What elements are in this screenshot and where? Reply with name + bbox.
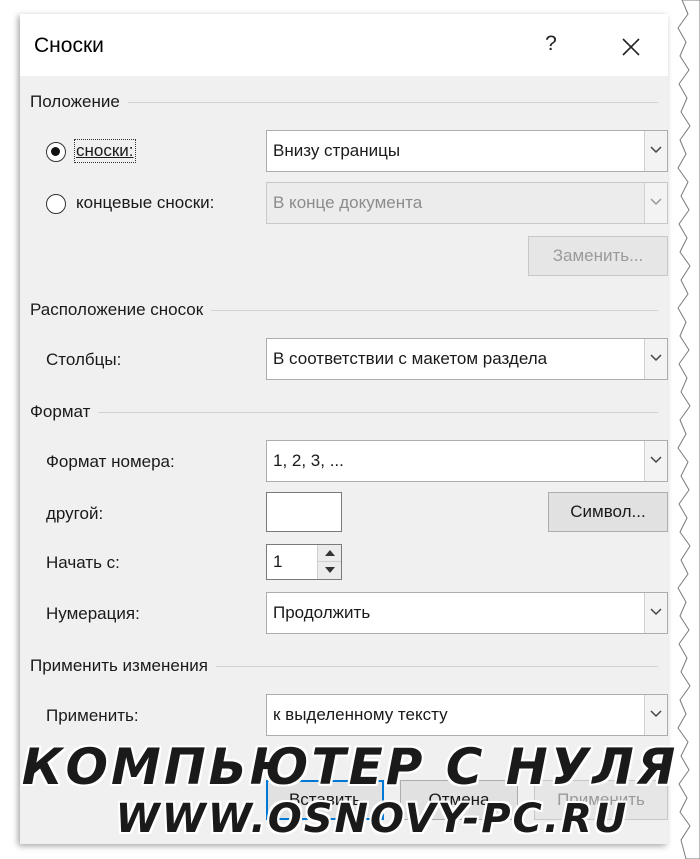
- columns-select[interactable]: В соответствии с макетом раздела: [266, 338, 668, 380]
- start-at-label: Начать с:: [46, 553, 120, 572]
- help-button[interactable]: ?: [540, 32, 562, 58]
- endnotes-radio[interactable]: [46, 194, 66, 214]
- numbering-value: Продолжить: [273, 603, 371, 622]
- replace-button[interactable]: Заменить...: [528, 236, 668, 276]
- apply-to-select[interactable]: к выделенному тексту: [266, 694, 668, 736]
- position-group: Положение: [30, 92, 658, 112]
- arrow-up-icon: [325, 550, 335, 556]
- numbering-select[interactable]: Продолжить: [266, 592, 668, 634]
- divider: [98, 411, 658, 413]
- chevron-down-icon: [650, 198, 662, 206]
- format-heading: Формат: [30, 402, 91, 421]
- footnotes-radio[interactable]: [46, 142, 66, 162]
- format-group: Формат: [30, 402, 658, 422]
- dropdown-button[interactable]: [644, 339, 667, 379]
- divider: [215, 665, 658, 667]
- close-icon: [622, 38, 640, 56]
- chevron-down-icon: [650, 146, 662, 154]
- decrement-button[interactable]: [317, 562, 341, 579]
- divider: [127, 101, 658, 103]
- close-button[interactable]: [616, 32, 646, 62]
- dropdown-button[interactable]: [644, 183, 667, 223]
- dropdown-button[interactable]: [644, 441, 667, 481]
- footnotes-position-value: Внизу страницы: [273, 141, 401, 160]
- number-format-select[interactable]: 1, 2, 3, ...: [266, 440, 668, 482]
- title-bar: Сноски ?: [20, 14, 668, 76]
- start-at-value: 1: [273, 552, 283, 571]
- columns-value: В соответствии с макетом раздела: [273, 349, 548, 368]
- dialog-title: Сноски: [34, 34, 104, 57]
- layout-heading: Расположение сносок: [30, 300, 204, 319]
- layout-group: Расположение сносок: [30, 300, 658, 320]
- footnotes-dialog: Сноски ? Положение сноски: Внизу страниц…: [20, 14, 668, 844]
- apply-to-value: к выделенному тексту: [273, 705, 448, 724]
- divider: [211, 309, 658, 311]
- footnotes-position-select[interactable]: Внизу страницы: [266, 130, 668, 172]
- torn-edge-decoration: [677, 0, 700, 859]
- endnotes-label: концевые сноски:: [76, 193, 215, 212]
- position-heading: Положение: [30, 92, 120, 111]
- chevron-down-icon: [650, 608, 662, 616]
- dropdown-button[interactable]: [644, 131, 667, 171]
- dropdown-button[interactable]: [644, 593, 667, 633]
- dropdown-button[interactable]: [644, 695, 667, 735]
- chevron-down-icon: [650, 354, 662, 362]
- number-format-label: Формат номера:: [46, 452, 175, 471]
- apply-changes-heading: Применить изменения: [30, 656, 208, 675]
- apply-to-label: Применить:: [46, 706, 139, 725]
- chevron-down-icon: [650, 710, 662, 718]
- chevron-down-icon: [650, 456, 662, 464]
- watermark-title: КОМПЬЮТЕР С НУЛЯ: [21, 738, 679, 796]
- columns-label: Столбцы:: [46, 350, 122, 369]
- increment-button[interactable]: [317, 545, 341, 562]
- radio-selected-dot: [51, 147, 60, 156]
- apply-changes-group: Применить изменения: [30, 656, 658, 676]
- symbol-button[interactable]: Символ...: [548, 492, 668, 532]
- footnotes-label-text: сноски:: [76, 141, 134, 160]
- arrow-down-icon: [325, 567, 335, 573]
- custom-mark-label: другой:: [46, 504, 104, 523]
- number-format-value: 1, 2, 3, ...: [273, 451, 344, 470]
- footnotes-label: сноски:: [74, 139, 136, 163]
- start-at-stepper[interactable]: 1: [266, 544, 342, 580]
- endnotes-position-value: В конце документа: [273, 193, 423, 212]
- custom-mark-input[interactable]: [266, 492, 342, 532]
- watermark-url: WWW.OSNOVY-PC.RU: [115, 796, 629, 842]
- endnotes-position-select[interactable]: В конце документа: [266, 182, 668, 224]
- numbering-label: Нумерация:: [46, 604, 140, 623]
